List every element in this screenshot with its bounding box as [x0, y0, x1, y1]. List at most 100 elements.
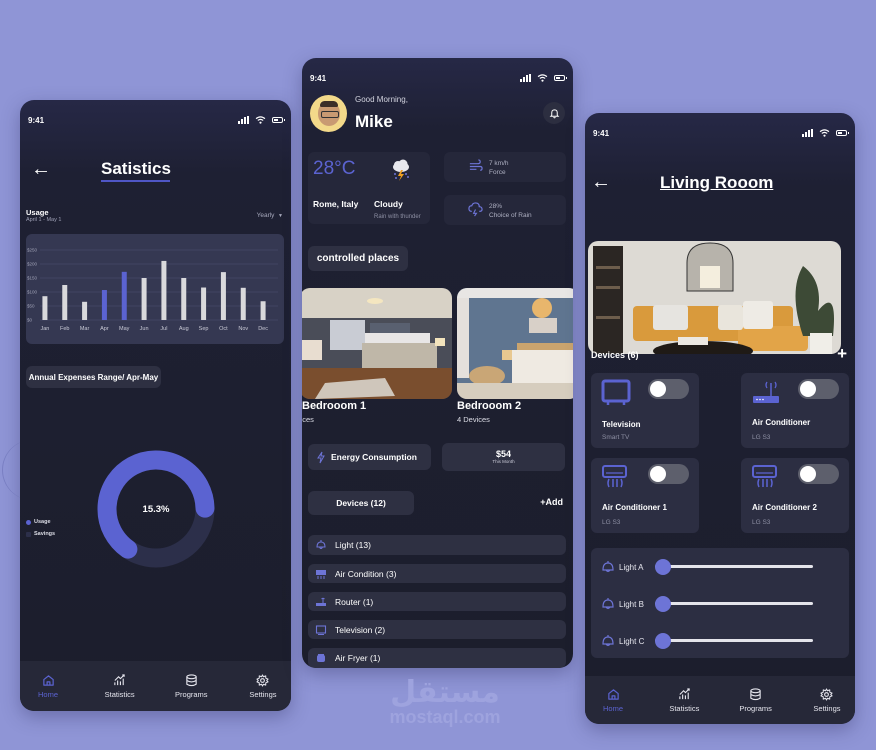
- room-1-title: Bedrooom 1: [302, 400, 367, 412]
- nav-programs[interactable]: Programs: [736, 687, 776, 713]
- x-tick-label: Aug: [179, 326, 189, 332]
- usage-date-range: April 1 - May 1: [26, 217, 62, 223]
- controlled-places-label: controlled places: [308, 246, 408, 271]
- bar-sep[interactable]: [201, 287, 207, 320]
- device-subtitle: LG S3: [602, 519, 621, 526]
- lightning-icon: [317, 451, 325, 463]
- bar-dec[interactable]: [260, 301, 266, 320]
- status-time: 9:41: [310, 73, 327, 83]
- device-card-air-conditioner[interactable]: Air Conditioner LG S3: [741, 373, 849, 448]
- y-tick-label: $50: [27, 304, 35, 309]
- weather-card[interactable]: 28°C Rome, Italy Cloudy Rain with thunde…: [308, 152, 430, 224]
- lamp-icon: [316, 540, 326, 550]
- chevron-down-icon: ▼: [278, 213, 283, 219]
- lamp-icon: [602, 598, 614, 610]
- device-category-air-condition[interactable]: Air Condition (3): [308, 564, 566, 583]
- watermark-latin: mostaql.com: [389, 707, 501, 727]
- x-tick-label: Feb: [60, 326, 69, 332]
- light-label: Light A: [619, 562, 644, 572]
- devices-count-text: Devices (12): [336, 498, 386, 508]
- nav-settings[interactable]: Settings: [243, 673, 283, 699]
- wind-info: 7 km/h Force: [489, 159, 509, 177]
- air-conditioner-icon: [602, 465, 627, 488]
- air-conditioner-toggle[interactable]: [798, 379, 839, 399]
- bar-oct[interactable]: [220, 272, 226, 320]
- usage-label: Usage: [26, 208, 49, 217]
- energy-consumption-button[interactable]: Energy Consumption: [308, 444, 431, 470]
- light-a-slider[interactable]: [655, 559, 813, 575]
- nav-home-label: Home: [602, 703, 623, 713]
- wind-value: 7 km/h: [489, 160, 509, 167]
- add-device-button[interactable]: +: [837, 345, 847, 362]
- avatar[interactable]: [310, 95, 347, 132]
- device-category-television[interactable]: Television (2): [308, 620, 566, 639]
- bar-mar[interactable]: [82, 301, 88, 320]
- light-b-slider[interactable]: [655, 596, 813, 612]
- nav-home[interactable]: Home: [28, 674, 68, 699]
- wind-card: 7 km/h Force: [444, 152, 566, 182]
- bar-chart-svg: $0 $50 $100 $150 $200 $250 Jan Feb Mar Apr May Jun J…: [27, 248, 278, 332]
- slider-thumb[interactable]: [655, 596, 671, 612]
- device-category-label: Router (1): [335, 596, 374, 607]
- legend-savings-label: Savings: [34, 531, 56, 537]
- light-c-slider[interactable]: [655, 633, 813, 649]
- temperature: 28°C: [313, 158, 356, 179]
- room-1-subtitle: 4 Devices: [302, 415, 314, 424]
- back-arrow-icon[interactable]: ←: [31, 159, 51, 179]
- nav-programs[interactable]: Programs: [171, 673, 211, 699]
- device-category-router[interactable]: Router (1): [308, 592, 566, 611]
- chart-growth-icon: [114, 673, 125, 685]
- light-label: Light C: [619, 636, 645, 646]
- lamp-icon: [602, 635, 614, 647]
- bar-nov[interactable]: [240, 287, 246, 320]
- nav-settings-label: Settings: [249, 689, 277, 699]
- device-card-air-conditioner-1[interactable]: Air Conditioner 1 LG S3: [591, 458, 699, 533]
- chart-growth-icon: [679, 687, 690, 699]
- nav-statistics[interactable]: Statistics: [664, 687, 704, 713]
- notifications-button[interactable]: [543, 102, 565, 124]
- device-category-light[interactable]: Light (13): [308, 535, 566, 555]
- gear-icon: [820, 687, 834, 701]
- bar-jun[interactable]: [141, 278, 147, 320]
- add-device-button[interactable]: +Add: [540, 497, 563, 507]
- bar-aug[interactable]: [181, 278, 187, 320]
- rain-info: 28% Choice of Rain: [489, 202, 532, 220]
- device-card-television[interactable]: Television Smart TV: [591, 373, 699, 448]
- air-conditioner-2-toggle[interactable]: [798, 464, 839, 484]
- room-card-bedroom-2[interactable]: [457, 288, 573, 399]
- room-card-bedroom-1[interactable]: [302, 288, 452, 399]
- slider-thumb[interactable]: [655, 633, 671, 649]
- bar-may[interactable]: [121, 271, 127, 320]
- device-category-air-fryer[interactable]: Air Fryer (1): [308, 648, 566, 668]
- bar-jul[interactable]: [161, 260, 167, 320]
- light-row-a: Light A: [601, 559, 831, 575]
- legend-savings-swatch: [26, 531, 31, 537]
- device-category-label: Air Condition (3): [335, 568, 397, 579]
- bar-jan[interactable]: [42, 296, 48, 320]
- y-tick-label: $100: [27, 290, 38, 295]
- bar-feb[interactable]: [62, 285, 68, 320]
- bar-apr[interactable]: [101, 290, 107, 320]
- device-subtitle: LG S3: [752, 519, 771, 526]
- air-fryer-icon: [317, 654, 325, 662]
- nav-home[interactable]: Home: [593, 688, 633, 713]
- television-toggle[interactable]: [648, 379, 689, 399]
- page-title: Satistics: [101, 159, 171, 178]
- air-conditioner-icon: [752, 465, 777, 488]
- database-icon: [750, 687, 761, 700]
- nav-statistics[interactable]: Statistics: [100, 673, 140, 699]
- status-bar: 9:41: [585, 113, 855, 153]
- database-icon: [186, 673, 197, 686]
- bottom-nav: Home Statistics Programs Settings: [20, 661, 291, 711]
- back-arrow-icon[interactable]: ←: [591, 172, 611, 192]
- period-select[interactable]: Yearly ▼: [257, 212, 283, 219]
- lamp-icon: [602, 561, 614, 573]
- device-card-air-conditioner-2[interactable]: Air Conditioner 2 LG S3: [741, 458, 849, 533]
- nav-settings[interactable]: Settings: [807, 687, 847, 713]
- air-conditioner-1-toggle[interactable]: [648, 464, 689, 484]
- wifi-icon: [819, 129, 830, 137]
- slider-thumb[interactable]: [655, 559, 671, 575]
- wifi-icon: [255, 116, 266, 124]
- nav-statistics-label: Statistics: [669, 703, 700, 713]
- x-tick-label: Apr: [100, 326, 109, 332]
